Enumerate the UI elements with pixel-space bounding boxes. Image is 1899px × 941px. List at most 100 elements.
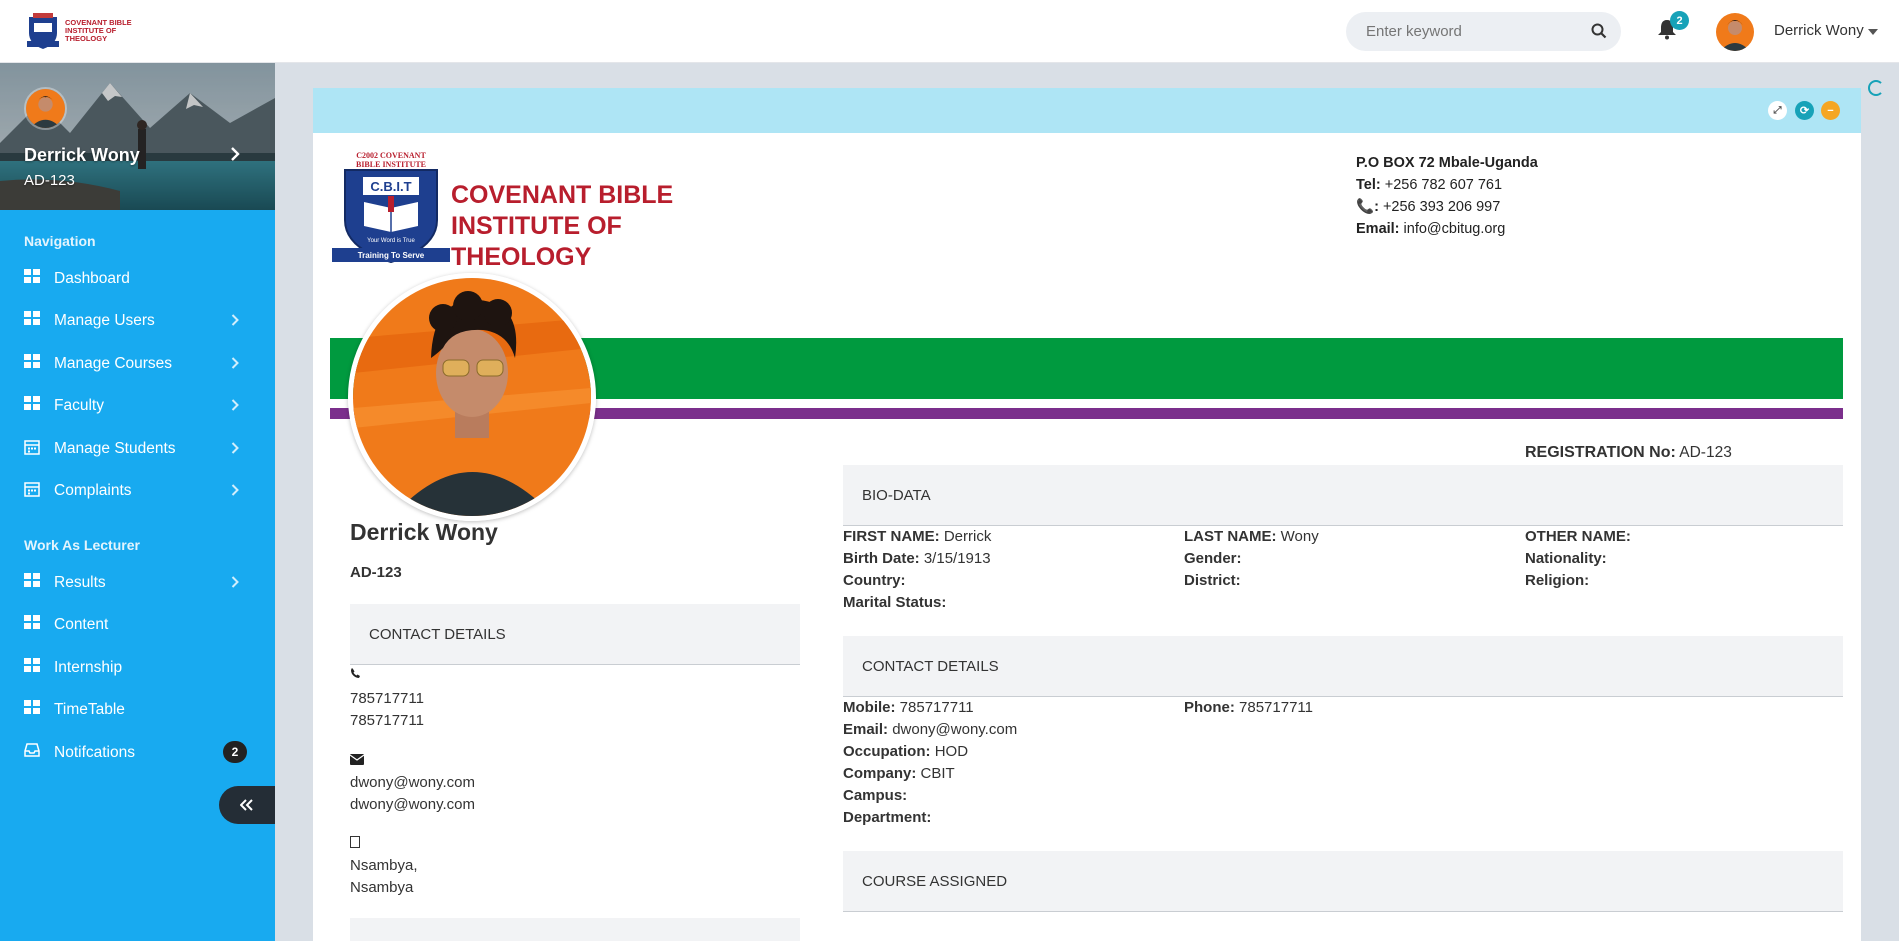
sidebar-item-label: Complaints [54,482,132,499]
mobile-value: 785717711 [899,699,974,716]
search-box[interactable] [1346,12,1621,51]
left-phone-2: 785717711 [350,712,424,729]
sidebar-item-label: Manage Users [54,312,155,330]
religion-field: Religion: [1525,572,1589,589]
sidebar: Derrick Wony AD-123 Navigation Dashboard… [0,63,275,941]
search-input[interactable] [1366,12,1576,51]
left-address-1: Nsambya, [350,857,418,874]
mobile-field: Mobile: 785717711 [843,699,974,716]
lecturer-heading: Work As Lecturer [24,537,140,553]
sidebar-item-results[interactable]: Results [0,564,275,600]
institution-name: COVENANT BIBLE INSTITUTE OF THEOLOGY [451,181,674,271]
phone-small-icon [350,666,362,683]
last-name-field: LAST NAME: Wony [1184,528,1319,545]
campus-label: Campus: [843,787,908,804]
chevron-right-icon [231,575,239,593]
mobile-label: Mobile: [843,699,896,716]
institution-contact: P.O BOX 72 Mbale-Uganda Tel: +256 782 60… [1356,152,1538,240]
left-phone-1: 785717711 [350,690,424,707]
occupation-field: Occupation: HOD [843,743,968,760]
address-line: P.O BOX 72 Mbale-Uganda [1356,155,1538,171]
student-photo [348,273,596,521]
other-name-label: OTHER NAME: [1525,528,1631,545]
first-name-value: Derrick [943,528,992,545]
brand-logo[interactable]: COVENANT BIBLE INSTITUTE OF THEOLOGY [25,11,150,51]
sidebar-item-label: Faculty [54,397,104,415]
district-label: District: [1184,572,1241,589]
company-value: CBIT [920,765,955,782]
svg-text:Your Word is True: Your Word is True [367,238,415,244]
phone-value: 785717711 [1239,699,1313,716]
search-icon[interactable] [1591,23,1607,44]
expand-icon[interactable]: ⤢ [1768,101,1787,120]
sidebar-item-label: Manage Courses [54,354,173,372]
minimize-icon[interactable]: − [1821,101,1840,120]
bio-data-header: BIO-DATA [843,465,1843,526]
chevron-right-icon [231,398,239,416]
inbox-icon [24,742,40,762]
sidebar-item-complaints[interactable]: Complaints [0,472,275,508]
left-email-list: dwony@wony.com dwony@wony.com [350,772,475,816]
first-name-field: FIRST NAME: Derrick [843,528,991,545]
email-value: info@cbitug.org [1403,221,1506,237]
occupation-label: Occupation: [843,743,931,760]
sidebar-item-content[interactable]: Content [0,606,275,642]
chevron-right-icon[interactable] [230,147,240,166]
collapse-sidebar-button[interactable] [219,786,275,824]
sidebar-item-manage-users[interactable]: Manage Users [0,302,275,338]
marital-label: Marital Status: [843,594,947,611]
grid-icon [24,615,40,634]
sidebar-avatar[interactable] [24,87,67,130]
religion-label: Religion: [1525,572,1590,589]
registration-value: AD-123 [1679,444,1732,461]
company-label: Company: [843,765,917,782]
gender-field: Gender: [1184,550,1242,567]
sidebar-item-label: Content [54,616,109,634]
chevron-right-icon [231,483,239,501]
svg-text:Training To Serve: Training To Serve [358,251,425,260]
sidebar-item-timetable[interactable]: TimeTable [0,691,275,727]
department-field: Department: [843,809,931,826]
email-label: Email: [843,721,889,738]
left-email-2: dwony@wony.com [350,796,475,813]
sidebar-item-dashboard[interactable]: Dashboard [0,260,275,296]
sidebar-item-label: TimeTable [54,701,125,719]
country-label: Country: [843,572,906,589]
student-reg: AD-123 [350,564,402,581]
notifications-button[interactable]: 2 [1656,11,1689,45]
phone2-label: : [1374,199,1379,215]
left-address-2: Nsambya [350,879,414,896]
registration-number: REGISTRATION No: AD-123 [1525,444,1732,462]
sidebar-item-manage-courses[interactable]: Manage Courses [0,345,275,381]
card-header: ⤢ ⟳ − [313,88,1861,133]
grid-icon [24,269,40,288]
address-icon [350,835,360,852]
contact-details-header: CONTACT DETAILS [843,636,1843,697]
sidebar-user-reg: AD-123 [24,172,75,189]
sidebar-item-label: Notifcations [54,743,135,761]
crest-text-second: BIBLE INSTITUTE [356,160,426,169]
avatar[interactable] [1716,13,1754,51]
brand-name: COVENANT BIBLE INSTITUTE OF THEOLOGY [65,18,132,43]
chevron-down-icon[interactable] [1868,29,1878,35]
refresh-icon[interactable]: ⟳ [1795,101,1814,120]
profile-banner: Derrick Wony AD-123 [0,63,275,210]
sidebar-item-faculty[interactable]: Faculty [0,387,275,423]
sidebar-item-manage-students[interactable]: Manage Students [0,430,275,466]
calendar-icon [24,481,40,502]
email-field: Email: dwony@wony.com [843,721,1017,738]
grid-icon [24,396,40,415]
user-menu-name[interactable]: Derrick Wony [1774,22,1864,39]
tel-value: +256 782 607 761 [1384,177,1503,193]
campus-field: Campus: [843,787,907,804]
left-email-1: dwony@wony.com [350,774,475,791]
grid-icon [24,573,40,592]
crest-text-top: C2002 COVENANT [356,151,426,160]
chevron-right-icon [231,313,239,331]
sidebar-item-label: Results [54,574,106,591]
sidebar-item-notifcations[interactable]: Notifcations 2 [0,734,275,770]
sidebar-item-label: Internship [54,658,123,676]
phone-field: Phone: 785717711 [1184,699,1313,716]
sidebar-item-internship[interactable]: Internship [0,649,275,685]
grid-icon [24,311,40,330]
